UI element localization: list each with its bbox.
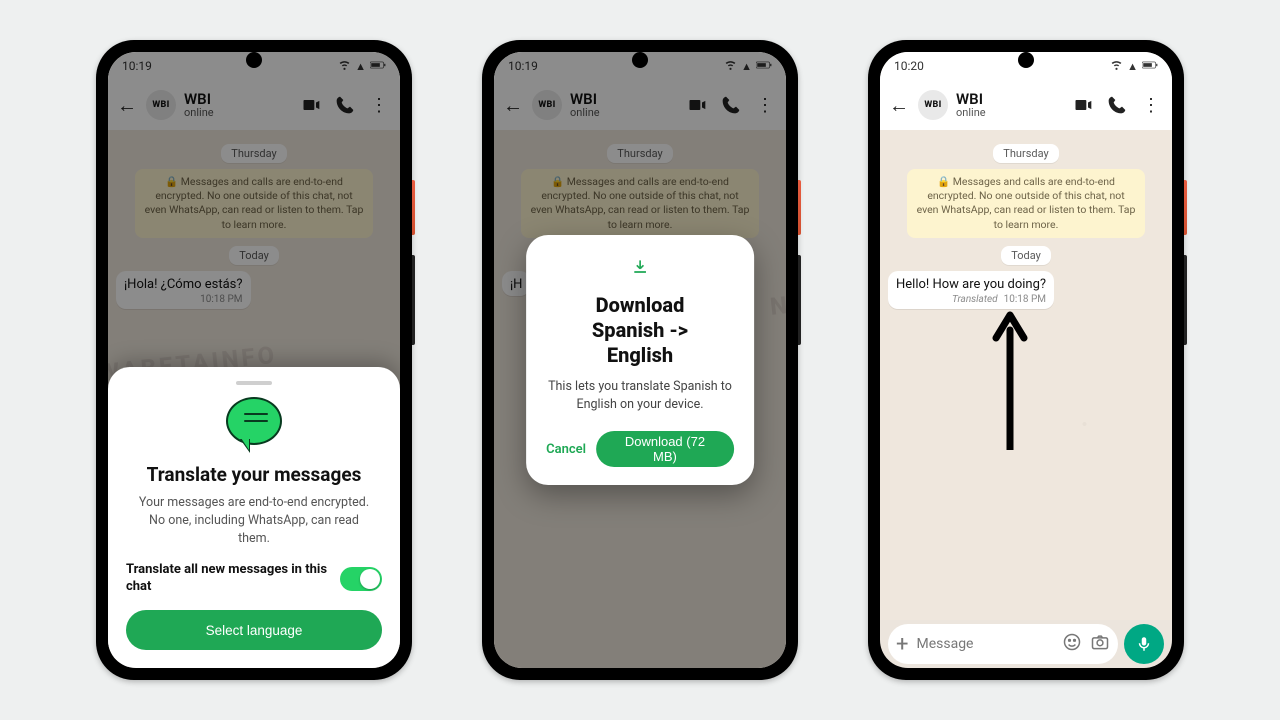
- message-text: ¡H: [510, 277, 522, 292]
- dialog-description: This lets you translate Spanish to Engli…: [546, 378, 734, 413]
- select-language-button[interactable]: Select language: [126, 610, 382, 650]
- wifi-icon: [724, 58, 737, 74]
- sheet-title: Translate your messages: [126, 463, 382, 486]
- status-bar: 10:19 ▲: [494, 52, 786, 80]
- encryption-notice[interactable]: 🔒 Messages and calls are end-to-end encr…: [907, 169, 1144, 238]
- chat-app-bar: ← WBI WBI online ⋮: [494, 80, 786, 130]
- avatar[interactable]: WBI: [146, 90, 176, 120]
- wifi-icon: [1110, 58, 1123, 74]
- status-bar: 10:20 ▲: [880, 52, 1172, 80]
- sheet-handle[interactable]: [236, 381, 272, 385]
- message-input[interactable]: + Message: [888, 624, 1118, 664]
- signal-icon: ▲: [355, 60, 366, 73]
- status-icons: ▲: [338, 58, 386, 74]
- chat-title: WBI: [184, 91, 290, 108]
- translated-tag: Translated: [952, 294, 998, 305]
- back-icon[interactable]: ←: [502, 94, 524, 116]
- status-time: 10:20: [894, 59, 924, 73]
- message-text: Hello! How are you doing?: [896, 277, 1046, 292]
- camera-notch: [1018, 52, 1034, 68]
- chat-app-bar: ← WBI WBI online ⋮: [108, 80, 400, 130]
- battery-icon: [370, 60, 386, 73]
- screen-1: 10:19 ▲ ← WBI WBI online: [108, 52, 400, 668]
- chat-status: online: [956, 107, 1062, 119]
- status-icons: ▲: [724, 58, 772, 74]
- chat-bubble-icon: [226, 397, 282, 453]
- more-icon[interactable]: ⋮: [752, 92, 778, 118]
- encryption-notice[interactable]: 🔒 Messages and calls are end-to-end encr…: [135, 169, 372, 238]
- toggle-label: Translate all new messages in this chat: [126, 562, 328, 596]
- chat-title-block[interactable]: WBI online: [184, 91, 290, 120]
- back-icon[interactable]: ←: [116, 94, 138, 116]
- video-call-icon[interactable]: [1070, 92, 1096, 118]
- attach-icon[interactable]: +: [896, 632, 908, 657]
- battery-icon: [1142, 60, 1158, 73]
- message-input-bar: + Message: [880, 620, 1172, 668]
- message-time: 10:18 PM: [1004, 294, 1046, 305]
- back-icon[interactable]: ←: [888, 94, 910, 116]
- camera-notch: [246, 52, 262, 68]
- status-bar: 10:19 ▲: [108, 52, 400, 80]
- message-bubble-translated[interactable]: Hello! How are you doing? Translated 10:…: [888, 271, 1054, 309]
- more-icon[interactable]: ⋮: [366, 92, 392, 118]
- wifi-icon: [338, 58, 351, 74]
- chat-title-block[interactable]: WBI online: [956, 91, 1062, 120]
- date-chip-today: Today: [229, 246, 279, 265]
- watermark: NFO: [769, 287, 786, 321]
- voice-call-icon[interactable]: [1104, 92, 1130, 118]
- dialog-title: Download Spanish -> English: [546, 293, 734, 368]
- translate-all-toggle-row: Translate all new messages in this chat: [126, 562, 382, 596]
- camera-notch: [632, 52, 648, 68]
- signal-icon: ▲: [1127, 60, 1138, 73]
- voice-call-icon[interactable]: [718, 92, 744, 118]
- screen-2: 10:19 ▲ ← WBI WBI online ⋮ Thursday 🔒 Me…: [494, 52, 786, 668]
- camera-icon[interactable]: [1090, 632, 1110, 656]
- chat-status: online: [570, 107, 676, 119]
- status-time: 10:19: [508, 59, 538, 73]
- date-chip: Thursday: [607, 144, 672, 163]
- signal-icon: ▲: [741, 60, 752, 73]
- video-call-icon[interactable]: [298, 92, 324, 118]
- download-button[interactable]: Download (72 MB): [596, 431, 734, 467]
- more-icon[interactable]: ⋮: [1138, 92, 1164, 118]
- annotation-arrow-icon: [990, 310, 1030, 454]
- status-time: 10:19: [122, 59, 152, 73]
- chat-status: online: [184, 107, 290, 119]
- phone-mock-1: 10:19 ▲ ← WBI WBI online: [96, 40, 412, 680]
- date-chip: Thursday: [221, 144, 286, 163]
- avatar[interactable]: WBI: [532, 90, 562, 120]
- phone-mock-3: 10:20 ▲ ← WBI WBI online ⋮ Thursday 🔒 Me…: [868, 40, 1184, 680]
- translate-bottom-sheet: Translate your messages Your messages ar…: [108, 367, 400, 668]
- download-language-dialog: Download Spanish -> English This lets yo…: [526, 235, 754, 485]
- battery-icon: [756, 60, 772, 73]
- phone-mock-2: 10:19 ▲ ← WBI WBI online ⋮ Thursday 🔒 Me…: [482, 40, 798, 680]
- emoji-icon[interactable]: [1062, 632, 1082, 656]
- chat-title: WBI: [956, 91, 1062, 108]
- message-bubble[interactable]: ¡Hola! ¿Cómo estás? 10:18 PM: [116, 271, 251, 309]
- video-call-icon[interactable]: [684, 92, 710, 118]
- chat-body[interactable]: Thursday 🔒 Messages and calls are end-to…: [880, 130, 1172, 620]
- encryption-notice[interactable]: 🔒 Messages and calls are end-to-end encr…: [521, 169, 758, 238]
- toggle-switch[interactable]: [340, 567, 382, 591]
- message-placeholder: Message: [916, 636, 1054, 652]
- avatar[interactable]: WBI: [918, 90, 948, 120]
- cancel-button[interactable]: Cancel: [546, 442, 586, 457]
- chat-title: WBI: [570, 91, 676, 108]
- chat-title-block[interactable]: WBI online: [570, 91, 676, 120]
- message-text: ¡Hola! ¿Cómo estás?: [124, 277, 243, 292]
- date-chip-today: Today: [1001, 246, 1051, 265]
- mic-button[interactable]: [1124, 624, 1164, 664]
- download-icon: [546, 257, 734, 281]
- screen-3: 10:20 ▲ ← WBI WBI online ⋮ Thursday 🔒 Me…: [880, 52, 1172, 668]
- date-chip: Thursday: [993, 144, 1058, 163]
- status-icons: ▲: [1110, 58, 1158, 74]
- sheet-description: Your messages are end-to-end encrypted. …: [132, 494, 376, 548]
- message-time: 10:18 PM: [200, 294, 242, 305]
- chat-app-bar: ← WBI WBI online ⋮: [880, 80, 1172, 130]
- voice-call-icon[interactable]: [332, 92, 358, 118]
